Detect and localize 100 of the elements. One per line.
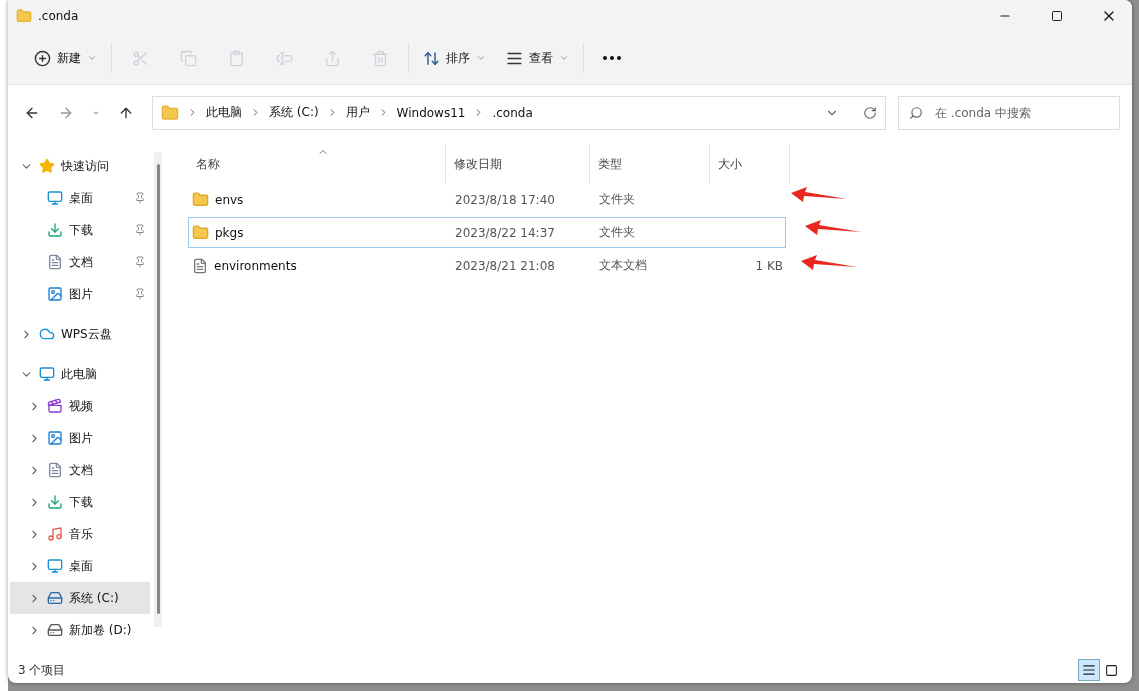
- folder-icon: [161, 103, 179, 122]
- sidebar-item[interactable]: WPS云盘: [10, 318, 150, 350]
- more-icon: [603, 56, 621, 60]
- download-icon: [47, 494, 63, 510]
- sidebar-item[interactable]: 快速访问: [10, 150, 150, 182]
- cloud-icon: [39, 326, 55, 342]
- sort-icon: [423, 49, 440, 67]
- pin-icon[interactable]: [134, 224, 146, 236]
- address-bar[interactable]: 此电脑 系统 (C:) 用户 Windows11 .conda: [152, 95, 886, 130]
- chevron-down-icon: [559, 53, 569, 63]
- search-box[interactable]: 在 .conda 中搜索: [898, 95, 1120, 130]
- text-file-icon: [192, 257, 208, 274]
- details-view-icon: [1082, 663, 1096, 677]
- new-button[interactable]: 新建: [24, 41, 107, 75]
- download-icon: [47, 222, 63, 238]
- sidebar-label: 新加卷 (D:): [69, 621, 133, 639]
- column-header[interactable]: 名称: [188, 144, 446, 184]
- pin-icon[interactable]: [134, 288, 146, 300]
- maximize-icon: [1051, 10, 1063, 22]
- sidebar-label: 下载: [69, 493, 94, 511]
- music-icon: [47, 526, 63, 542]
- sidebar-label: 快速访问: [61, 157, 110, 175]
- new-icon: [34, 49, 51, 67]
- desktop-icon: [47, 190, 63, 206]
- sidebar-label: WPS云盘: [61, 325, 113, 343]
- column-header[interactable]: 大小: [710, 144, 790, 184]
- table-cell-text: 文本文档: [598, 257, 648, 274]
- sidebar-label: 此电脑: [61, 365, 98, 383]
- breadcrumb[interactable]: 用户: [345, 104, 370, 121]
- column-header[interactable]: 修改日期: [446, 144, 590, 184]
- picture-icon: [47, 286, 63, 302]
- star-icon: [39, 158, 55, 174]
- delete-icon: [371, 49, 389, 67]
- chevron-down-icon: [476, 53, 486, 63]
- folder-icon: [192, 224, 209, 241]
- sidebar-label: 桌面: [69, 189, 94, 207]
- sidebar-label: 文档: [69, 461, 94, 479]
- pin-icon[interactable]: [134, 256, 146, 268]
- sidebar-item[interactable]: 此电脑: [10, 358, 150, 390]
- file-name: environments: [189, 257, 447, 274]
- sidebar-label: 视频: [69, 397, 94, 415]
- folder-icon: [192, 191, 209, 208]
- folder-icon: [16, 8, 32, 24]
- sidebar-item[interactable]: 下载: [10, 214, 150, 246]
- picture-icon: [47, 430, 63, 446]
- table-cell-text: 1 KB: [754, 258, 784, 273]
- paste-icon: [227, 49, 245, 67]
- sidebar-label: 图片: [69, 285, 94, 303]
- table-cell-text: 2023/8/22 14:37: [454, 225, 556, 240]
- file-name: envs: [189, 191, 447, 208]
- sidebar-item[interactable]: 文档: [10, 454, 150, 486]
- breadcrumb[interactable]: Windows11: [396, 105, 466, 120]
- sidebar-item[interactable]: 视频: [10, 390, 150, 422]
- sidebar-item[interactable]: 桌面: [10, 550, 150, 582]
- drive-icon: [47, 622, 63, 638]
- cut-icon: [131, 49, 149, 67]
- drive-icon: [47, 590, 63, 606]
- view-button[interactable]: 查看: [496, 41, 579, 75]
- window-title: .conda: [38, 9, 80, 23]
- rename-icon: [275, 49, 293, 67]
- sidebar-item[interactable]: 文档: [10, 246, 150, 278]
- pin-icon[interactable]: [134, 192, 146, 204]
- file-name: pkgs: [189, 224, 447, 241]
- item-count: 3 个项目: [18, 661, 67, 679]
- share-icon: [323, 49, 341, 67]
- sidebar-label: 文档: [69, 253, 94, 271]
- sidebar-item[interactable]: 音乐: [10, 518, 150, 550]
- breadcrumb[interactable]: .conda: [492, 105, 533, 120]
- computer-icon: [39, 366, 55, 382]
- sidebar-label: 音乐: [69, 525, 94, 543]
- sidebar-item[interactable]: 新加卷 (D:): [10, 614, 150, 646]
- sort-button[interactable]: 排序: [413, 41, 496, 75]
- file-row[interactable]: environments 2023/8/21 21:08 文本文档 1 KB: [188, 250, 786, 281]
- table-cell-text: 2023/8/21 21:08: [454, 258, 556, 273]
- chevron-down-icon: [87, 53, 97, 63]
- sidebar-label: 桌面: [69, 557, 94, 575]
- sidebar-label: 图片: [69, 429, 94, 447]
- sidebar-label: 下载: [69, 221, 94, 239]
- document-icon: [47, 254, 63, 270]
- sidebar-item[interactable]: 图片: [10, 422, 150, 454]
- details-view-button[interactable]: [1078, 659, 1100, 681]
- breadcrumb[interactable]: 系统 (C:): [269, 104, 319, 121]
- sidebar-item[interactable]: 图片: [10, 278, 150, 310]
- tiles-view-icon: [1104, 663, 1118, 677]
- scrollbar[interactable]: [154, 152, 162, 627]
- column-header[interactable]: 类型: [590, 144, 710, 184]
- desktop-icon: [47, 558, 63, 574]
- document-icon: [47, 462, 63, 478]
- table-cell-text: 文件夹: [598, 224, 636, 241]
- sidebar-item[interactable]: 桌面: [10, 182, 150, 214]
- file-row[interactable]: envs 2023/8/18 17:40 文件夹: [188, 184, 786, 215]
- chevron-right-icon[interactable]: [250, 107, 261, 118]
- refresh-icon[interactable]: [863, 105, 877, 120]
- video-icon: [47, 398, 63, 414]
- table-cell-text: 2023/8/18 17:40: [454, 192, 556, 207]
- sidebar-item[interactable]: 系统 (C:): [10, 582, 150, 614]
- breadcrumb[interactable]: 此电脑: [206, 104, 242, 121]
- copy-icon: [179, 49, 197, 67]
- search-icon: [909, 105, 923, 120]
- sidebar-item[interactable]: 下载: [10, 486, 150, 518]
